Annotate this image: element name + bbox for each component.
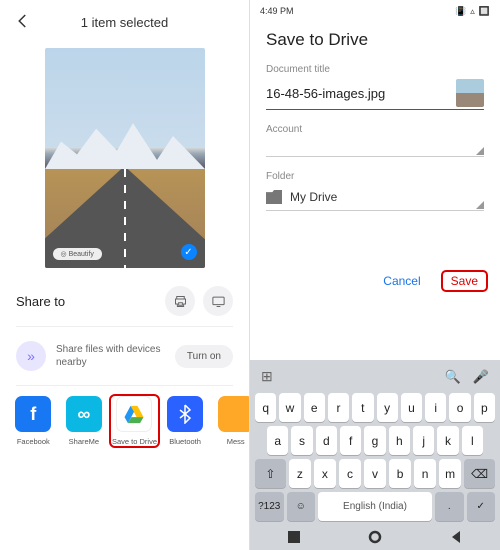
account-label: Account bbox=[266, 124, 484, 135]
selected-image-preview[interactable]: ◎ Beautify ✓ bbox=[45, 48, 205, 268]
share-label: Share to bbox=[16, 294, 157, 309]
keyboard-row-2: asdfghjkl bbox=[253, 424, 497, 457]
dialog-heading: Save to Drive bbox=[250, 22, 500, 64]
drive-icon bbox=[116, 396, 152, 432]
dialog-actions: Cancel Save bbox=[377, 270, 488, 292]
key-b[interactable]: b bbox=[389, 459, 411, 488]
key-p[interactable]: p bbox=[474, 393, 495, 422]
nav-back[interactable] bbox=[448, 529, 464, 545]
status-bar: 4:49 PM 📳 ▵ 🔲 bbox=[250, 0, 500, 22]
share-app-bluetooth[interactable]: Bluetooth bbox=[160, 394, 211, 448]
folder-label: Folder bbox=[266, 171, 484, 182]
cancel-button[interactable]: Cancel bbox=[377, 270, 426, 292]
document-title-label: Document title bbox=[266, 64, 484, 75]
key-c[interactable]: c bbox=[339, 459, 361, 488]
shareme-icon: ∞ bbox=[66, 396, 102, 432]
key-q[interactable]: q bbox=[255, 393, 276, 422]
selected-check-icon[interactable]: ✓ bbox=[181, 244, 197, 260]
nav-home[interactable] bbox=[367, 529, 383, 545]
emoji-key[interactable]: ☺ bbox=[287, 492, 316, 521]
document-thumbnail bbox=[456, 79, 484, 107]
page-title: 1 item selected bbox=[34, 15, 215, 30]
print-icon[interactable] bbox=[165, 286, 195, 316]
key-y[interactable]: y bbox=[377, 393, 398, 422]
status-time: 4:49 PM bbox=[260, 6, 294, 16]
key-z[interactable]: z bbox=[289, 459, 311, 488]
keyboard-search-icon[interactable]: 🔍 bbox=[445, 369, 461, 385]
beautify-badge[interactable]: ◎ Beautify bbox=[53, 248, 102, 260]
share-apps-row: f Facebook ∞ ShareMe Save to Drive Bluet… bbox=[0, 386, 249, 448]
bluetooth-icon bbox=[167, 396, 203, 432]
key-f[interactable]: f bbox=[340, 426, 361, 455]
key-e[interactable]: e bbox=[304, 393, 325, 422]
nav-recent[interactable] bbox=[286, 529, 302, 545]
key-s[interactable]: s bbox=[291, 426, 312, 455]
key-l[interactable]: l bbox=[462, 426, 483, 455]
nearby-icon: » bbox=[16, 341, 46, 371]
keyboard-toolbar: ⊞ 🔍 🎤 bbox=[253, 364, 497, 391]
key-t[interactable]: t bbox=[352, 393, 373, 422]
key-g[interactable]: g bbox=[364, 426, 385, 455]
keyboard-row-1: qwertyuiop bbox=[253, 391, 497, 424]
keyboard-row-3: ⇧ zxcvbnm ⌫ bbox=[253, 457, 497, 490]
key-d[interactable]: d bbox=[316, 426, 337, 455]
folder-section[interactable]: Folder My Drive bbox=[250, 171, 500, 225]
space-key[interactable]: English (India) bbox=[318, 492, 432, 521]
account-dropdown[interactable] bbox=[266, 139, 484, 157]
header: 1 item selected bbox=[0, 0, 249, 44]
backspace-key[interactable]: ⌫ bbox=[464, 459, 495, 488]
folder-name: My Drive bbox=[290, 190, 337, 204]
turn-on-button[interactable]: Turn on bbox=[175, 345, 233, 368]
key-i[interactable]: i bbox=[425, 393, 446, 422]
nearby-share-row: » Share files with devices nearby Turn o… bbox=[0, 327, 249, 385]
share-app-messaging[interactable]: Mess bbox=[210, 394, 250, 448]
keyboard-grid-icon[interactable]: ⊞ bbox=[261, 368, 273, 385]
shift-key[interactable]: ⇧ bbox=[255, 459, 286, 488]
gallery-share-screen: 1 item selected ◎ Beautify ✓ Share to » … bbox=[0, 0, 250, 550]
key-x[interactable]: x bbox=[314, 459, 336, 488]
key-n[interactable]: n bbox=[414, 459, 436, 488]
account-section[interactable]: Account bbox=[250, 124, 500, 171]
share-app-facebook[interactable]: f Facebook bbox=[8, 394, 59, 448]
document-title-input[interactable] bbox=[266, 86, 456, 101]
key-w[interactable]: w bbox=[279, 393, 300, 422]
facebook-icon: f bbox=[15, 396, 51, 432]
folder-dropdown[interactable]: My Drive bbox=[266, 186, 484, 211]
vibrate-icon: 📳 bbox=[455, 6, 466, 17]
key-o[interactable]: o bbox=[449, 393, 470, 422]
keyboard: ⊞ 🔍 🎤 qwertyuiop asdfghjkl ⇧ zxcvbnm ⌫ ?… bbox=[250, 360, 500, 550]
key-k[interactable]: k bbox=[437, 426, 458, 455]
key-a[interactable]: a bbox=[267, 426, 288, 455]
key-v[interactable]: v bbox=[364, 459, 386, 488]
back-button[interactable] bbox=[14, 12, 34, 32]
key-j[interactable]: j bbox=[413, 426, 434, 455]
mountain-decor bbox=[45, 114, 205, 169]
wifi-icon: ▵ bbox=[470, 6, 475, 17]
document-title-section: Document title bbox=[250, 64, 500, 124]
folder-icon bbox=[266, 190, 282, 204]
share-app-shareme[interactable]: ∞ ShareMe bbox=[59, 394, 110, 448]
nearby-text: Share files with devices nearby bbox=[56, 343, 165, 369]
period-key[interactable]: . bbox=[435, 492, 464, 521]
enter-key[interactable]: ✓ bbox=[467, 492, 496, 521]
save-to-drive-screen: 4:49 PM 📳 ▵ 🔲 Save to Drive Document tit… bbox=[250, 0, 500, 550]
key-u[interactable]: u bbox=[401, 393, 422, 422]
keyboard-mic-icon[interactable]: 🎤 bbox=[473, 369, 489, 385]
cast-icon[interactable] bbox=[203, 286, 233, 316]
share-app-drive[interactable]: Save to Drive bbox=[109, 394, 160, 448]
battery-icon: 🔲 bbox=[479, 6, 490, 17]
key-m[interactable]: m bbox=[439, 459, 461, 488]
messaging-icon bbox=[218, 396, 250, 432]
key-h[interactable]: h bbox=[389, 426, 410, 455]
save-button[interactable]: Save bbox=[441, 270, 488, 292]
keyboard-row-4: ?123 ☺ English (India) . ✓ bbox=[253, 490, 497, 523]
key-r[interactable]: r bbox=[328, 393, 349, 422]
mode-key[interactable]: ?123 bbox=[255, 492, 284, 521]
share-row: Share to bbox=[0, 268, 249, 326]
nav-bar bbox=[253, 523, 497, 548]
